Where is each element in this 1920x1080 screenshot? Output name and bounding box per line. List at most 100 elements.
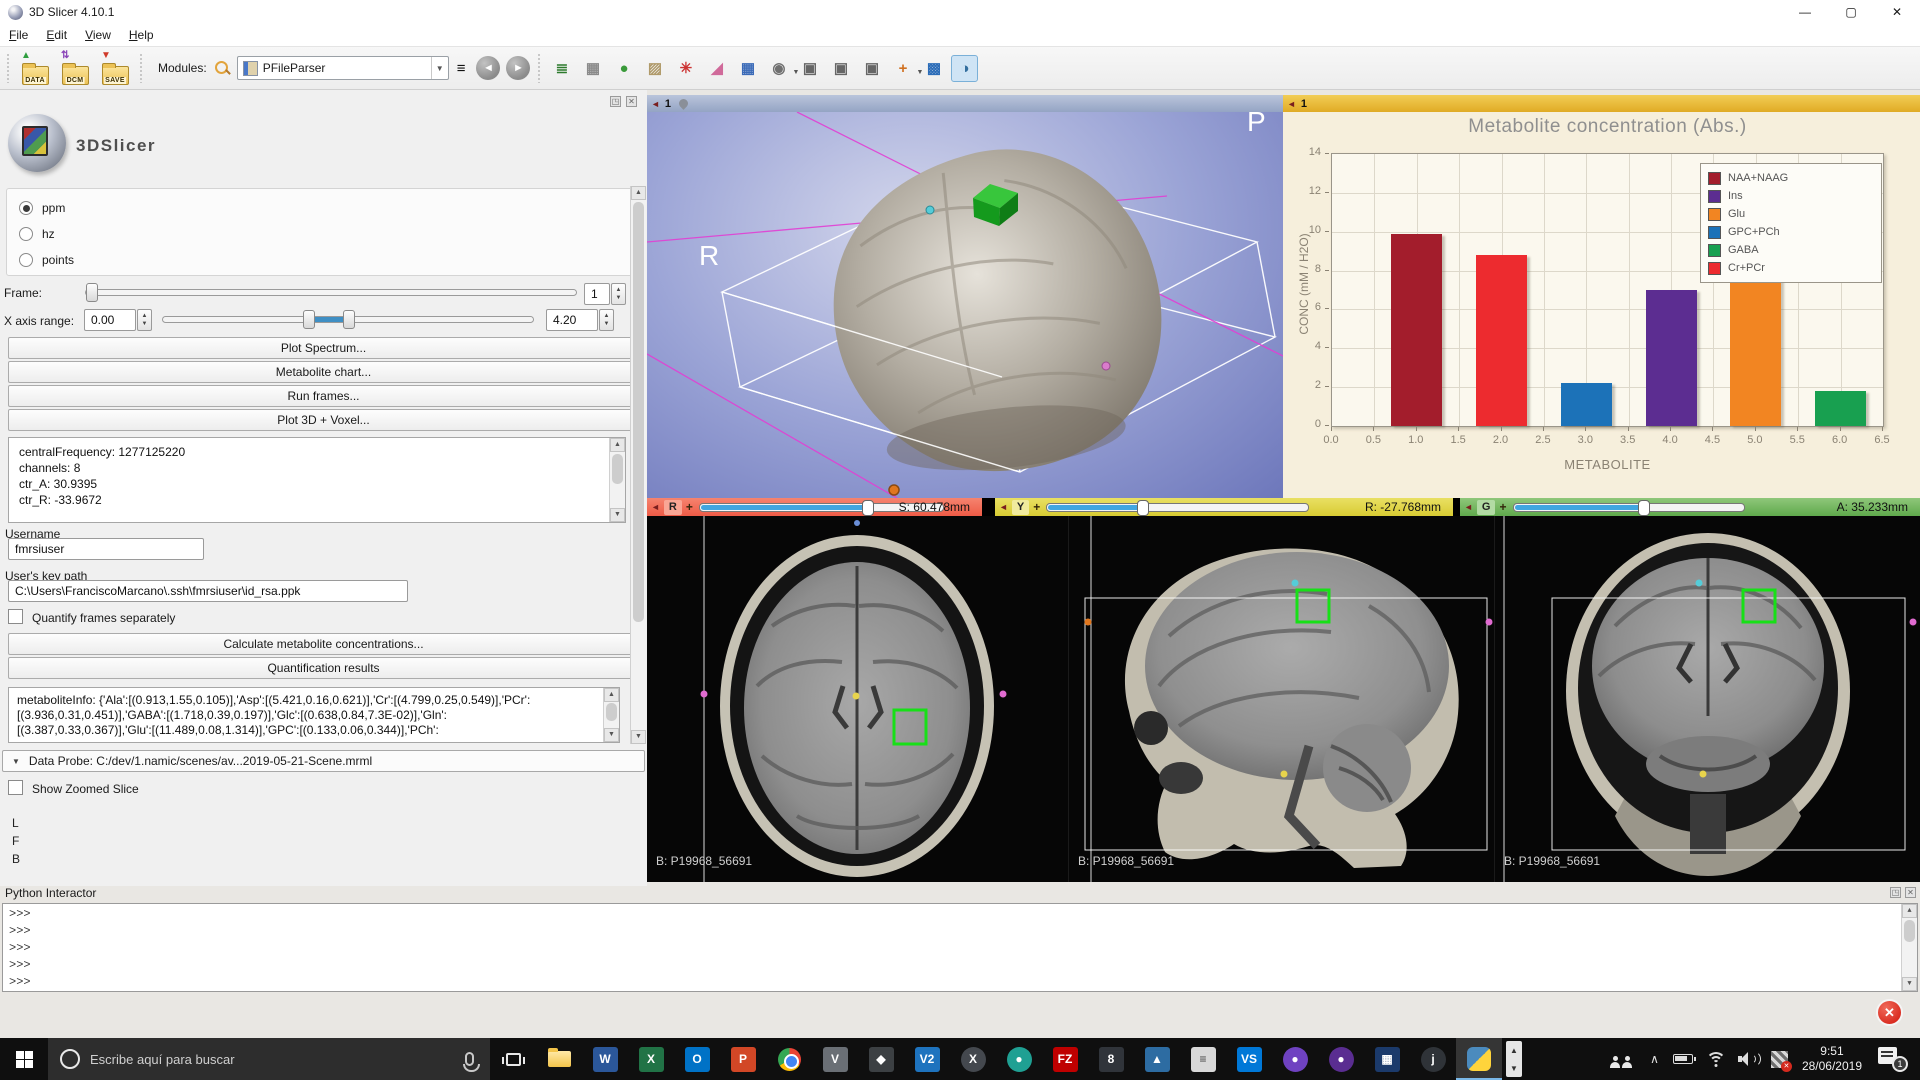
frame-slider[interactable] [85,289,577,296]
green-slice-controller[interactable]: ◄ G + A: 35.233mm [1460,498,1920,516]
filezilla-icon[interactable]: FZ [1042,1038,1088,1080]
collapse-arrow-icon[interactable]: ◄ [999,502,1008,512]
quantify-checkbox[interactable] [8,609,23,624]
show-zoomed-checkbox[interactable] [8,780,23,795]
minimize-button[interactable]: — [1782,0,1828,24]
modules-tree-icon[interactable]: ≣ [548,55,575,82]
xaxis-max-value[interactable]: 4.20 [546,309,598,331]
menu-view[interactable]: View [76,25,120,45]
view3d-scene[interactable]: R P [647,112,1283,498]
crosshair-icon[interactable]: + [1499,500,1506,514]
menu-file[interactable]: File [0,25,37,45]
people-icon[interactable] [1610,1050,1636,1068]
taskbar-overflow-scroll[interactable]: ▲▼ [1506,1041,1522,1077]
vmware-icon[interactable]: V [812,1038,858,1080]
keypath-field[interactable]: C:\Users\FranciscoMarcano\.ssh\fmrsiuser… [8,580,408,602]
unit-radio-ppm[interactable]: ppm [19,199,65,217]
run-frames-button[interactable]: Run frames... [8,385,639,407]
coronal-slice-view[interactable]: B: P19968_56691 [1494,516,1920,882]
menu-help[interactable]: Help [120,25,163,45]
xaxis-range-handle-max[interactable] [343,310,355,329]
notification-close-icon[interactable]: ✕ [1876,999,1903,1026]
load-dicom-button[interactable]: ⇅DCM [57,51,93,85]
brain-module-icon[interactable]: ● [610,55,637,82]
markups-module-icon[interactable]: ✳ [672,55,699,82]
screenshot-icon[interactable]: ▣ [796,55,823,82]
start-button[interactable] [0,1038,48,1080]
volume-module-icon[interactable]: ▦ [579,55,606,82]
collapse-arrow-icon[interactable]: ◄ [651,502,660,512]
collapse-arrow-icon[interactable]: ◄ [1287,99,1296,109]
metabolite-chart-button[interactable]: Metabolite chart... [8,361,639,383]
panel-scrollbar[interactable]: ▲ ▼ [630,186,646,744]
python-console[interactable]: ▲ ▼ >>>>>>>>>>>>>>> [2,903,1918,992]
taskbar-search[interactable]: Escribe aquí para buscar [48,1038,490,1080]
mouse-interaction-icon[interactable]: ◉▼ [765,55,792,82]
sagittal-slice-view[interactable]: B: P19968_56691 [1068,516,1494,882]
load-data-button[interactable]: ▲DATA [17,51,53,85]
frame-value[interactable]: 1 [584,283,610,305]
jabber-icon[interactable]: j [1410,1038,1456,1080]
powerpoint-icon[interactable]: P [720,1038,766,1080]
pycharm-icon[interactable]: ● [1318,1038,1364,1080]
python-undock-icon[interactable]: ◳ [1890,887,1901,898]
green-slice-slider[interactable] [1513,503,1745,512]
collapse-arrow-icon[interactable]: ◄ [651,99,660,109]
action-center-icon[interactable]: 1 [1878,1046,1908,1072]
metabolite-box-scrollbar[interactable]: ▲ ▼ [603,688,619,742]
module-menu-icon[interactable]: ≡ [457,60,466,77]
v2-app-icon[interactable]: V2 [904,1038,950,1080]
clock[interactable]: 9:51 28/06/2019 [1802,1044,1862,1074]
editor-module-icon[interactable]: ◢ [703,55,730,82]
python-close-icon[interactable]: ✕ [1905,887,1916,898]
axial-slice-view[interactable]: B: P19968_56691 [647,516,1068,882]
yellow-slice-controller[interactable]: ◄ Y + R: -27.768mm [995,498,1453,516]
data-probe-header[interactable]: ▼ Data Probe: C:/dev/1.namic/scenes/av..… [2,750,645,772]
info-box-scrollbar[interactable]: ▲ ▼ [609,438,625,522]
excel-icon[interactable]: X [628,1038,674,1080]
slicer-app-icon[interactable] [1456,1038,1502,1080]
menu-edit[interactable]: Edit [37,25,76,45]
red-slice-slider-handle[interactable] [862,500,874,516]
pin-icon[interactable] [677,97,690,110]
chevron-down-icon[interactable]: ▼ [431,57,448,79]
file-explorer-icon[interactable] [536,1038,582,1080]
frame-slider-handle[interactable] [86,283,98,302]
tray-chevron-icon[interactable]: ∧ [1650,1052,1659,1066]
python-console-scrollbar[interactable]: ▲ ▼ [1901,904,1917,991]
xaxis-min-spin-arrows[interactable]: ▲▼ [137,309,152,331]
vscode-icon[interactable]: VS [1226,1038,1272,1080]
paint-app-icon[interactable]: ▲ [1134,1038,1180,1080]
python-console-icon[interactable]: ◑ [951,55,978,82]
layout-selector-icon[interactable]: ▦ [734,55,761,82]
capture-icon[interactable]: ▣ [858,55,885,82]
close-button[interactable]: ✕ [1874,0,1920,24]
word-icon[interactable]: W [582,1038,628,1080]
username-field[interactable]: fmrsiuser [8,538,204,560]
metabolite-info-box[interactable]: ▲ ▼ metaboliteInfo: {'Ala':[(0.913,1.55,… [8,687,620,743]
meeting-app-icon[interactable]: ● [996,1038,1042,1080]
panel-undock-icon[interactable]: ◳ [610,96,621,107]
plot-3d-voxel-button[interactable]: Plot 3D + Voxel... [8,409,639,431]
calculate-metabolite-concentrations-button[interactable]: Calculate metabolite concentrations... [8,633,639,655]
xaxis-min-value[interactable]: 0.00 [84,309,136,331]
wifi-icon[interactable] [1706,1052,1726,1067]
scene-view-icon[interactable]: ▣ [827,55,854,82]
crosshair-icon[interactable]: + [686,500,693,514]
history-forward-button[interactable]: ► [506,56,530,80]
chart-view-header[interactable]: ◄ 1 [1283,95,1920,112]
module-search-icon[interactable] [213,59,231,77]
quantification-results-button[interactable]: Quantification results [8,657,639,679]
green-slice-slider-handle[interactable] [1638,500,1650,516]
eight-app-icon[interactable]: 8 [1088,1038,1134,1080]
collapse-arrow-icon[interactable]: ◄ [1464,502,1473,512]
yellow-slice-slider[interactable] [1046,503,1309,512]
softphone-icon[interactable]: X [950,1038,996,1080]
chrome-icon[interactable] [766,1038,812,1080]
maximize-button[interactable]: ▢ [1828,0,1874,24]
dark-app-icon[interactable]: ◆ [858,1038,904,1080]
panel-close-icon[interactable]: ✕ [626,96,637,107]
remote-desktop-icon[interactable]: ▦ [1364,1038,1410,1080]
yellow-slice-slider-handle[interactable] [1137,500,1149,516]
outlook-icon[interactable]: O [674,1038,720,1080]
